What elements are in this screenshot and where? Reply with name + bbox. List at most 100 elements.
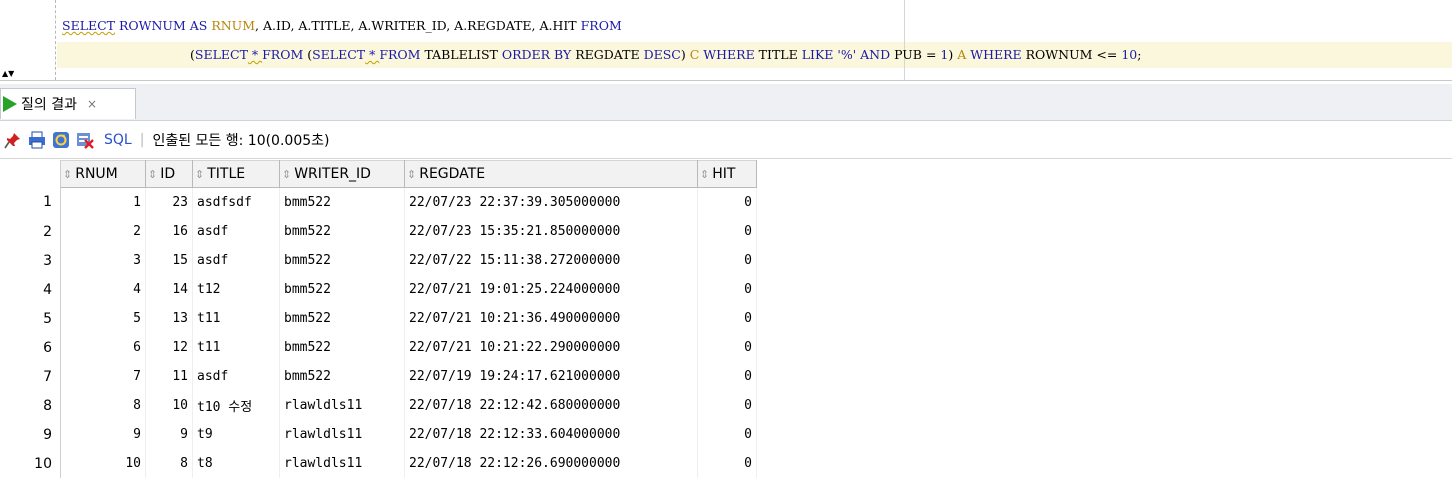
cell-id[interactable]: 10 bbox=[145, 391, 193, 420]
cell-id[interactable]: 8 bbox=[145, 449, 193, 478]
table-row[interactable]: 1 1 23 asdfsdf bmm522 22/07/23 22:37:39.30500… bbox=[0, 187, 757, 217]
editor-indent-guide bbox=[55, 0, 56, 80]
cell-rnum[interactable]: 8 bbox=[60, 391, 146, 420]
cell-id[interactable]: 13 bbox=[145, 304, 193, 333]
cell-id[interactable]: 23 bbox=[145, 187, 193, 217]
close-icon[interactable]: × bbox=[87, 97, 97, 111]
cell-writer[interactable]: bmm522 bbox=[279, 304, 405, 333]
cell-writer[interactable]: rlawldls11 bbox=[279, 420, 405, 449]
refresh-icon[interactable] bbox=[52, 131, 70, 149]
cell-hit[interactable]: 0 bbox=[697, 275, 757, 304]
table-row[interactable]: 9 9 9 t9 rlawldls11 22/07/18 22:12:33.6040000… bbox=[0, 420, 757, 449]
cell-hit[interactable]: 0 bbox=[697, 187, 757, 217]
cell-regdate[interactable]: 22/07/21 10:21:22.290000000 bbox=[404, 333, 698, 362]
cell-rnum[interactable]: 3 bbox=[60, 246, 146, 275]
sql-line-2[interactable]: (SELECT * FROM (SELECT * FROM TABLELIST … bbox=[190, 45, 1141, 65]
sql-token: PUB = bbox=[890, 47, 941, 62]
table-row[interactable]: 6 6 12 t11 bmm522 22/07/21 10:21:22.290000000… bbox=[0, 333, 757, 362]
cell-regdate[interactable]: 22/07/19 19:24:17.621000000 bbox=[404, 362, 698, 391]
cell-title[interactable]: asdfsdf bbox=[192, 187, 280, 217]
cell-title[interactable]: t9 bbox=[192, 420, 280, 449]
sql-token: C bbox=[689, 47, 700, 62]
row-number-header bbox=[0, 160, 61, 188]
cell-title[interactable]: asdf bbox=[192, 246, 280, 275]
cell-title[interactable]: t11 bbox=[192, 304, 280, 333]
cell-rnum[interactable]: 9 bbox=[60, 420, 146, 449]
table-row[interactable]: 7 7 11 asdf bmm522 22/07/19 19:24:17.62100000… bbox=[0, 362, 757, 391]
column-header-hit[interactable]: ⇕ HIT bbox=[697, 160, 757, 188]
cell-title[interactable]: asdf bbox=[192, 362, 280, 391]
column-header-rnum[interactable]: ⇕ RNUM bbox=[60, 160, 146, 188]
cell-rnum[interactable]: 4 bbox=[60, 275, 146, 304]
result-grid[interactable]: ⇕ RNUM ⇕ ID ⇕ TITLE ⇕ WRITER_ID ⇕ REGDATE ⇕ HIT 112… bbox=[0, 160, 1452, 478]
cell-id[interactable]: 12 bbox=[145, 333, 193, 362]
cell-writer[interactable]: bmm522 bbox=[279, 246, 405, 275]
cell-hit[interactable]: 0 bbox=[697, 420, 757, 449]
cell-hit[interactable]: 0 bbox=[697, 217, 757, 246]
sql-token: AS bbox=[189, 18, 208, 33]
cell-hit[interactable]: 0 bbox=[697, 362, 757, 391]
sql-line-1[interactable]: SELECT ROWNUM AS RNUM, A.ID, A.TITLE, A.… bbox=[62, 16, 622, 36]
cell-rnum[interactable]: 6 bbox=[60, 333, 146, 362]
cell-regdate[interactable]: 22/07/18 22:12:33.604000000 bbox=[404, 420, 698, 449]
cell-rnum[interactable]: 5 bbox=[60, 304, 146, 333]
cell-regdate[interactable]: 22/07/18 22:12:26.690000000 bbox=[404, 449, 698, 478]
table-row[interactable]: 5 5 13 t11 bmm522 22/07/21 10:21:36.490000000… bbox=[0, 304, 757, 333]
cell-regdate[interactable]: 22/07/21 19:01:25.224000000 bbox=[404, 275, 698, 304]
sql-link[interactable]: SQL bbox=[104, 132, 132, 148]
tab-query-result[interactable]: 질의 결과 × bbox=[0, 88, 136, 119]
cell-hit[interactable]: 0 bbox=[697, 333, 757, 362]
cell-writer[interactable]: rlawldls11 bbox=[279, 391, 405, 420]
cell-hit[interactable]: 0 bbox=[697, 304, 757, 333]
cell-hit[interactable]: 0 bbox=[697, 449, 757, 478]
cell-regdate[interactable]: 22/07/21 10:21:36.490000000 bbox=[404, 304, 698, 333]
table-row[interactable]: 2 2 16 asdf bmm522 22/07/23 15:35:21.85000000… bbox=[0, 217, 757, 246]
cell-id[interactable]: 16 bbox=[145, 217, 193, 246]
row-number: 1 bbox=[0, 187, 61, 217]
column-header-label: TITLE bbox=[207, 166, 246, 182]
pin-icon[interactable] bbox=[4, 131, 22, 149]
table-row[interactable]: 3 3 15 asdf bmm522 22/07/22 15:11:38.27200000… bbox=[0, 246, 757, 275]
cell-writer[interactable]: bmm522 bbox=[279, 187, 405, 217]
cell-writer[interactable]: bmm522 bbox=[279, 275, 405, 304]
sql-editor[interactable]: SELECT ROWNUM AS RNUM, A.ID, A.TITLE, A.… bbox=[0, 0, 1452, 81]
cell-regdate[interactable]: 22/07/23 22:37:39.305000000 bbox=[404, 187, 698, 217]
cell-regdate[interactable]: 22/07/23 15:35:21.850000000 bbox=[404, 217, 698, 246]
cell-title[interactable]: t11 bbox=[192, 333, 280, 362]
cell-writer[interactable]: bmm522 bbox=[279, 217, 405, 246]
column-header-label: WRITER_ID bbox=[294, 166, 371, 182]
cell-title[interactable]: t12 bbox=[192, 275, 280, 304]
cell-rnum[interactable]: 2 bbox=[60, 217, 146, 246]
cell-title[interactable]: t8 bbox=[192, 449, 280, 478]
cell-rnum[interactable]: 7 bbox=[60, 362, 146, 391]
column-header-regdate[interactable]: ⇕ REGDATE bbox=[404, 160, 698, 188]
table-row[interactable]: 10 10 8 t8 rlawldls11 22/07/18 22:12:26.69000… bbox=[0, 449, 757, 478]
column-header-writer-id[interactable]: ⇕ WRITER_ID bbox=[279, 160, 405, 188]
cell-title[interactable]: t10 수정 bbox=[192, 391, 280, 420]
cell-rnum[interactable]: 1 bbox=[60, 187, 146, 217]
cell-id[interactable]: 11 bbox=[145, 362, 193, 391]
cell-writer[interactable]: bmm522 bbox=[279, 362, 405, 391]
cell-regdate[interactable]: 22/07/22 15:11:38.272000000 bbox=[404, 246, 698, 275]
sql-token: ) bbox=[680, 47, 690, 62]
cell-id[interactable]: 14 bbox=[145, 275, 193, 304]
cell-id[interactable]: 15 bbox=[145, 246, 193, 275]
column-header-title[interactable]: ⇕ TITLE bbox=[192, 160, 280, 188]
cell-hit[interactable]: 0 bbox=[697, 391, 757, 420]
sql-token: REGDATE bbox=[571, 47, 644, 62]
cell-writer[interactable]: bmm522 bbox=[279, 333, 405, 362]
table-row[interactable]: 8 8 10 t10 수정 rlawldls11 22/07/18 22:12:42.68… bbox=[0, 391, 757, 420]
cell-rnum[interactable]: 10 bbox=[60, 449, 146, 478]
cell-writer[interactable]: rlawldls11 bbox=[279, 449, 405, 478]
print-icon[interactable] bbox=[28, 131, 46, 149]
cell-id[interactable]: 9 bbox=[145, 420, 193, 449]
tab-label: 질의 결과 bbox=[21, 97, 77, 113]
column-header-id[interactable]: ⇕ ID bbox=[145, 160, 193, 188]
cell-regdate[interactable]: 22/07/18 22:12:42.680000000 bbox=[404, 391, 698, 420]
cancel-query-icon[interactable] bbox=[76, 131, 94, 149]
cell-hit[interactable]: 0 bbox=[697, 246, 757, 275]
table-row[interactable]: 4 4 14 t12 bmm522 22/07/21 19:01:25.224000000… bbox=[0, 275, 757, 304]
cell-title[interactable]: asdf bbox=[192, 217, 280, 246]
sql-token: SELECT bbox=[62, 18, 116, 33]
split-toggle-icon[interactable]: ▲▼ bbox=[2, 69, 14, 79]
